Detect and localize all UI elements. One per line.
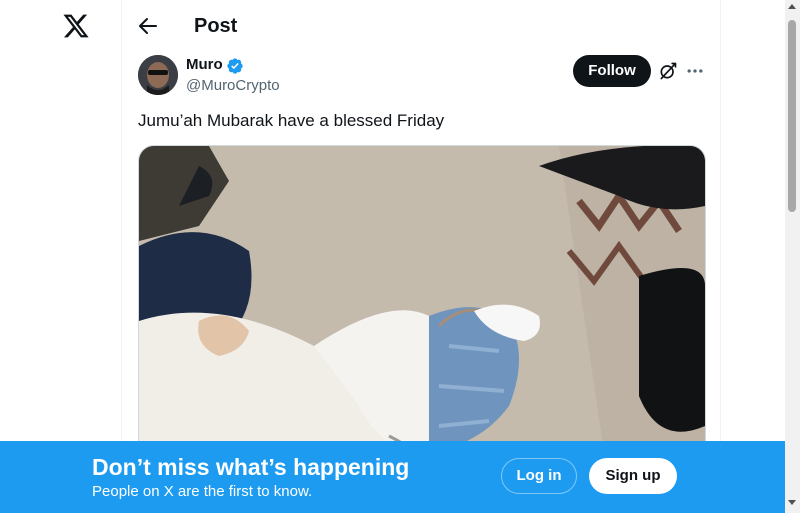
login-button[interactable]: Log in xyxy=(501,458,577,494)
signup-button[interactable]: Sign up xyxy=(589,458,677,494)
banner-subtitle: People on X are the first to know. xyxy=(92,483,313,500)
banner-title: Don’t miss what’s happening xyxy=(92,454,410,480)
follow-button[interactable]: Follow xyxy=(573,55,651,87)
page-title: Post xyxy=(194,15,238,37)
scroll-up-arrow-icon[interactable] xyxy=(788,4,796,9)
grok-icon[interactable] xyxy=(658,61,678,81)
more-icon[interactable] xyxy=(685,61,705,81)
x-logo-icon[interactable] xyxy=(62,12,90,40)
tweet-media[interactable] xyxy=(138,145,706,487)
author-handle[interactable]: @MuroCrypto xyxy=(186,77,280,95)
media-photo xyxy=(139,146,705,486)
scrollbar[interactable] xyxy=(785,0,800,513)
scroll-down-arrow-icon[interactable] xyxy=(788,500,796,505)
post-column: Post Muro @MuroCrypto Follow Jumu’ah Mub… xyxy=(121,0,721,513)
avatar[interactable] xyxy=(138,55,178,95)
back-arrow-icon[interactable] xyxy=(136,14,160,38)
tweet-text: Jumu’ah Mubarak have a blessed Friday xyxy=(138,111,445,130)
left-nav xyxy=(0,0,121,513)
verified-badge-icon xyxy=(227,58,243,74)
header: Post xyxy=(122,0,720,53)
scroll-thumb[interactable] xyxy=(788,20,796,212)
author-name[interactable]: Muro xyxy=(186,56,223,74)
signup-banner: Don’t miss what’s happening People on X … xyxy=(0,441,785,513)
avatar-image xyxy=(138,55,178,95)
